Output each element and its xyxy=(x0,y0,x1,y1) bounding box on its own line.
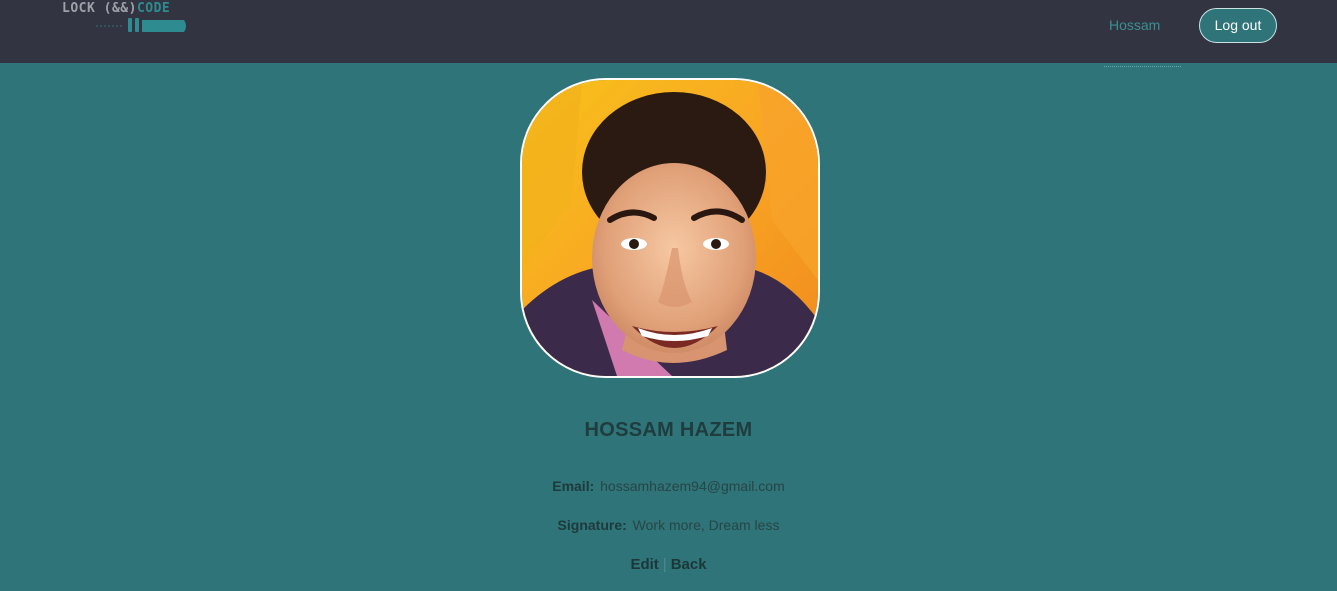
logout-button[interactable]: Log out xyxy=(1199,8,1277,43)
back-link[interactable]: Back xyxy=(671,556,707,573)
signature-label: Signature: xyxy=(557,517,627,533)
logo-mark-icon xyxy=(96,18,186,32)
profile-name: HOSSAM HAZEM xyxy=(584,419,753,441)
top-navbar: LOCK (&&)CODE Hossam Log out xyxy=(0,0,1337,63)
nav-user-underline xyxy=(1104,66,1181,67)
logo-text: LOCK (&&)CODE xyxy=(62,1,171,16)
nav-user-link[interactable]: Hossam xyxy=(1109,17,1160,33)
site-logo[interactable]: LOCK (&&)CODE xyxy=(62,0,192,36)
profile-actions: Edit | Back xyxy=(0,556,1337,573)
signature-value: Work more, Dream less xyxy=(632,517,780,533)
signature-row: Signature: Work more, Dream less xyxy=(0,517,1337,533)
edit-link[interactable]: Edit xyxy=(630,556,658,573)
email-row: Email: hossamhazem94@gmail.com xyxy=(0,478,1337,494)
email-value: hossamhazem94@gmail.com xyxy=(600,478,785,494)
actions-separator: | xyxy=(662,556,667,573)
avatar-photo-icon xyxy=(522,80,818,376)
profile-avatar xyxy=(520,78,820,378)
email-label: Email: xyxy=(552,478,595,494)
